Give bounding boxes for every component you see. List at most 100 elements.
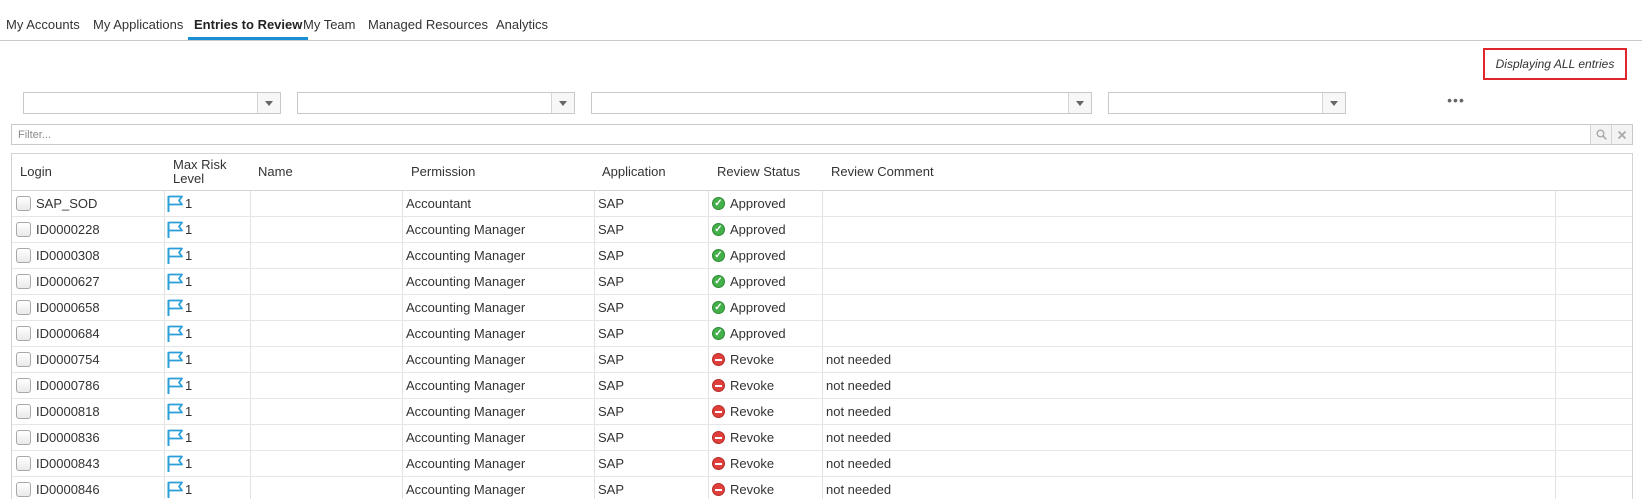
- comment-cell[interactable]: not needed: [826, 347, 891, 372]
- comment-cell[interactable]: not needed: [826, 451, 891, 476]
- grid-body: SAP_SOD 1 Accountant SAP ✓ Approved ID0000228 1…: [12, 191, 1632, 499]
- comment-cell[interactable]: not needed: [826, 477, 891, 499]
- chevron-down-icon[interactable]: [1322, 93, 1345, 113]
- row-checkbox[interactable]: [16, 404, 31, 419]
- flag-icon: [167, 299, 183, 316]
- flag-icon: [167, 403, 183, 420]
- login-text: ID0000846: [36, 482, 100, 497]
- column-header-review-status[interactable]: Review Status: [717, 154, 800, 190]
- chevron-down-icon[interactable]: [551, 93, 574, 113]
- login-text: ID0000754: [36, 352, 100, 367]
- column-header-max-risk-level[interactable]: Max Risk Level: [173, 154, 243, 190]
- row-checkbox[interactable]: [16, 274, 31, 289]
- risk-cell: 1: [167, 269, 192, 294]
- tab-my-team[interactable]: My Team: [303, 17, 356, 39]
- application-cell: SAP: [598, 326, 625, 341]
- row-checkbox[interactable]: [16, 430, 31, 445]
- table-row[interactable]: SAP_SOD 1 Accountant SAP ✓ Approved: [12, 191, 1632, 217]
- search-icon[interactable]: [1590, 125, 1611, 144]
- table-row[interactable]: ID0000843 1 Accounting Manager SAP Revoke not…: [12, 451, 1632, 477]
- status-cell: ✓ Approved: [712, 269, 786, 294]
- filter-combo-4[interactable]: [1108, 92, 1346, 114]
- status-text: Revoke: [730, 404, 775, 419]
- check-circle-icon: ✓: [712, 223, 725, 236]
- risk-cell: 1: [167, 217, 192, 242]
- application-cell: SAP: [598, 378, 625, 393]
- table-row[interactable]: ID0000658 1 Accounting Manager SAP ✓ Approved: [12, 295, 1632, 321]
- status-cell: Revoke: [712, 373, 774, 398]
- filter-input[interactable]: [12, 125, 1604, 144]
- table-row[interactable]: ID0000754 1 Accounting Manager SAP Revoke not…: [12, 347, 1632, 373]
- minus-circle-icon: [712, 483, 725, 496]
- tab-managed-resources[interactable]: Managed Resources: [368, 17, 488, 39]
- comment-cell[interactable]: not needed: [826, 425, 891, 450]
- table-row[interactable]: ID0000818 1 Accounting Manager SAP Revoke not…: [12, 399, 1632, 425]
- login-text: SAP_SOD: [36, 196, 98, 211]
- filter-combo-2[interactable]: [297, 92, 575, 114]
- table-row[interactable]: ID0000836 1 Accounting Manager SAP Revoke not…: [12, 425, 1632, 451]
- tab-analytics[interactable]: Analytics: [496, 17, 548, 39]
- status-text: Revoke: [730, 482, 775, 497]
- login-text: ID0000308: [36, 248, 100, 263]
- clear-icon[interactable]: [1611, 125, 1632, 144]
- row-checkbox[interactable]: [16, 352, 31, 367]
- flag-icon: [167, 221, 183, 238]
- login-text: ID0000684: [36, 326, 100, 341]
- chevron-down-icon[interactable]: [257, 93, 280, 113]
- flag-icon: [167, 273, 183, 290]
- column-header-name[interactable]: Name: [258, 154, 293, 190]
- row-checkbox[interactable]: [16, 482, 31, 497]
- status-cell: ✓ Approved: [712, 295, 786, 320]
- flag-icon: [167, 195, 183, 212]
- status-text: Approved: [730, 300, 786, 315]
- login-text: ID0000228: [36, 222, 100, 237]
- flag-icon: [167, 429, 183, 446]
- status-cell: ✓ Approved: [712, 191, 786, 216]
- table-row[interactable]: ID0000627 1 Accounting Manager SAP ✓ Approved: [12, 269, 1632, 295]
- permission-cell: Accounting Manager: [406, 482, 526, 497]
- column-header-permission[interactable]: Permission: [411, 154, 475, 190]
- risk-cell: 1: [167, 451, 192, 476]
- table-row[interactable]: ID0000308 1 Accounting Manager SAP ✓ Approved: [12, 243, 1632, 269]
- comment-cell[interactable]: not needed: [826, 373, 891, 398]
- risk-value: 1: [185, 378, 193, 393]
- status-cell: ✓ Approved: [712, 321, 786, 346]
- tab-entries-to-review[interactable]: Entries to Review: [188, 17, 309, 40]
- application-cell: SAP: [598, 482, 625, 497]
- row-checkbox[interactable]: [16, 456, 31, 471]
- more-options-button[interactable]: •••: [1442, 93, 1470, 110]
- table-row[interactable]: ID0000786 1 Accounting Manager SAP Revoke not…: [12, 373, 1632, 399]
- row-checkbox[interactable]: [16, 222, 31, 237]
- column-header-review-comment[interactable]: Review Comment: [831, 154, 934, 190]
- application-cell: SAP: [598, 248, 625, 263]
- tab-my-applications[interactable]: My Applications: [93, 17, 183, 39]
- status-text: Approved: [730, 326, 786, 341]
- login-cell: ID0000818: [16, 399, 100, 424]
- row-checkbox[interactable]: [16, 196, 31, 211]
- login-cell: ID0000846: [16, 477, 100, 499]
- check-circle-icon: ✓: [712, 249, 725, 262]
- column-header-application[interactable]: Application: [602, 154, 666, 190]
- status-text: Approved: [730, 274, 786, 289]
- comment-cell[interactable]: not needed: [826, 399, 891, 424]
- status-text: Approved: [730, 196, 786, 211]
- permission-cell: Accounting Manager: [406, 248, 526, 263]
- filter-combo-1[interactable]: [23, 92, 281, 114]
- filter-combo-3[interactable]: [591, 92, 1092, 114]
- row-checkbox[interactable]: [16, 300, 31, 315]
- status-cell: ✓ Approved: [712, 217, 786, 242]
- tab-bar: My Accounts My Applications Entries to R…: [0, 0, 1642, 41]
- status-text: Revoke: [730, 378, 775, 393]
- table-row[interactable]: ID0000846 1 Accounting Manager SAP Revoke not…: [12, 477, 1632, 499]
- row-checkbox[interactable]: [16, 326, 31, 341]
- row-checkbox[interactable]: [16, 248, 31, 263]
- application-cell: SAP: [598, 196, 625, 211]
- risk-value: 1: [185, 456, 193, 471]
- tab-my-accounts[interactable]: My Accounts: [6, 17, 80, 39]
- row-checkbox[interactable]: [16, 378, 31, 393]
- chevron-down-icon[interactable]: [1068, 93, 1091, 113]
- table-row[interactable]: ID0000684 1 Accounting Manager SAP ✓ Approved: [12, 321, 1632, 347]
- table-row[interactable]: ID0000228 1 Accounting Manager SAP ✓ Approved: [12, 217, 1632, 243]
- column-header-login[interactable]: Login: [20, 154, 52, 190]
- flag-icon: [167, 325, 183, 342]
